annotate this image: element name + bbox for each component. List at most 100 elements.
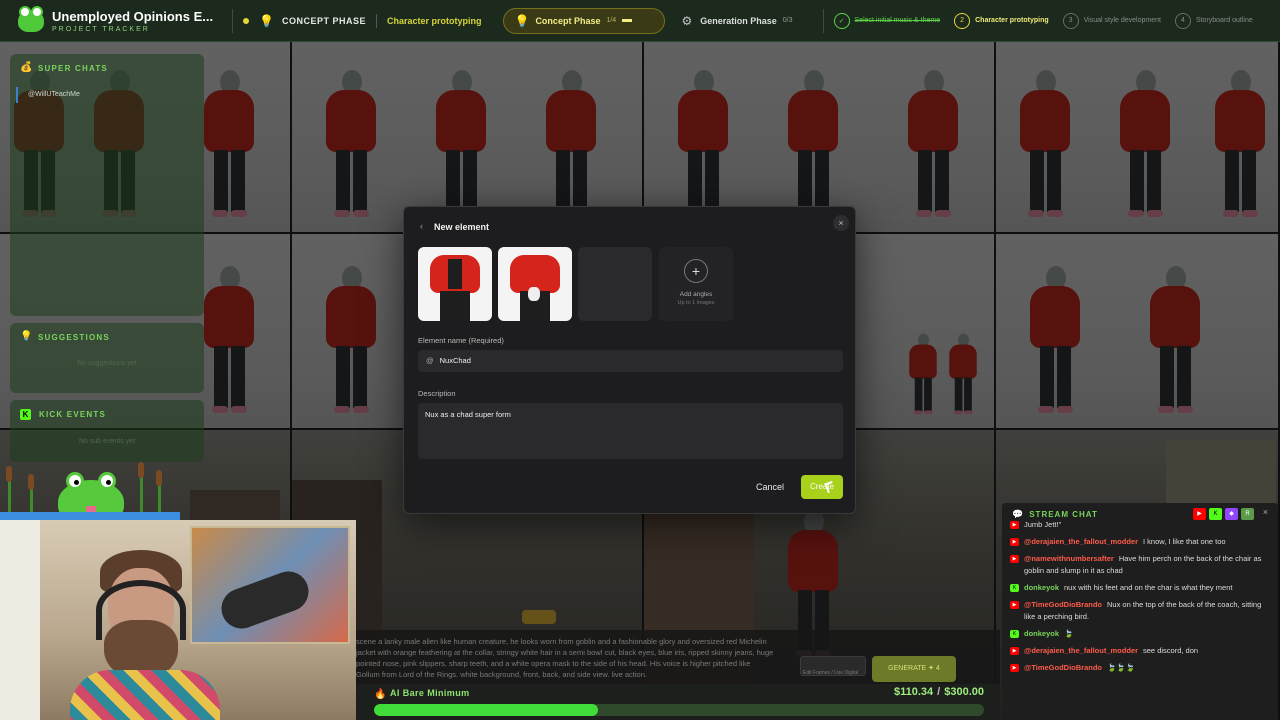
- dialog-title: New element: [434, 222, 490, 232]
- chat-message: ▶ @TimeGodDioBrando Nux on the top of the …: [1002, 599, 1278, 623]
- super-chats-panel: 💰 SUPER CHATS @WillUTeachMe: [10, 54, 204, 316]
- goal-current: $110.34: [894, 686, 934, 698]
- generation-phase[interactable]: ⚙ Generation Phase 0/3: [681, 14, 792, 28]
- description-textarea[interactable]: Nux as a chad super form: [418, 403, 843, 459]
- donation-goal: 🔥 AI Bare Minimum $110.34/$300.00: [356, 684, 1000, 720]
- chat-message: Kdonkeyok nux with his feet and on the ch…: [1002, 582, 1278, 594]
- chat-text: nux with his feet and on the char is wha…: [1064, 583, 1233, 592]
- back-chevron-icon[interactable]: ‹: [420, 221, 423, 231]
- gear-icon: ⚙: [681, 13, 693, 28]
- pill-label: Concept Phase: [535, 15, 601, 26]
- create-button[interactable]: Create: [801, 475, 843, 499]
- chat-message: Kdonkeyok 🍃: [1002, 628, 1278, 640]
- brand: Unemployed Opinions E... PROJECT TRACKER: [52, 9, 222, 33]
- cancel-button[interactable]: Cancel: [756, 482, 784, 492]
- step-label: Storyboard outline: [1195, 17, 1253, 24]
- water-decoration: [0, 512, 180, 520]
- step-tracker: ✓ Select initial music & theme 2 Charact…: [822, 8, 1267, 33]
- chat-bubble-icon: 💬: [1012, 508, 1024, 519]
- money-bag-icon: 💰: [20, 62, 33, 73]
- chat-username[interactable]: @derajaien_the_fallout_modder: [1024, 537, 1138, 546]
- step-number: 4: [1174, 12, 1191, 29]
- phase-label: CONCEPT PHASE: [281, 15, 366, 26]
- chat-text: 🍃🍃🍃: [1107, 663, 1136, 672]
- step-number: 3: [1062, 12, 1079, 29]
- new-element-dialog: ‹ New element × + Add angles Up to 1 ima…: [403, 206, 856, 514]
- project-title: Unemployed Opinions E...: [52, 8, 214, 24]
- frog-logo-icon: [18, 5, 44, 32]
- concept-phase-pill[interactable]: 💡 Concept Phase 1/4: [503, 7, 666, 34]
- chat-message: ▶ @namewithnumbersafter Have him perch on …: [1002, 553, 1278, 577]
- chat-username[interactable]: @TimeGodDioBrando: [1024, 663, 1102, 672]
- chat-message: ▶ Jumb Jett!": [1002, 519, 1278, 531]
- chat-username[interactable]: @TimeGodDioBrando: [1024, 600, 1102, 609]
- gen-label: Generation Phase: [700, 15, 777, 26]
- youtube-icon: ▶: [1010, 538, 1019, 546]
- youtube-icon: ▶: [1010, 647, 1019, 655]
- plus-icon: +: [684, 259, 708, 283]
- panel-title: SUGGESTIONS: [38, 332, 110, 342]
- empty-image-slot[interactable]: [578, 247, 652, 321]
- chat-username[interactable]: donkeyok: [1024, 629, 1059, 638]
- panel-title: SUPER CHATS: [38, 63, 108, 73]
- reference-image[interactable]: [498, 247, 572, 321]
- description-label: Description: [418, 389, 456, 398]
- youtube-icon: ▶: [1010, 601, 1019, 609]
- add-angles-hint: Up to 1 images: [677, 300, 715, 306]
- flame-icon: 🔥: [374, 689, 387, 700]
- divider: [375, 13, 377, 28]
- lightbulb-icon: 💡: [20, 331, 33, 342]
- step-label: Visual style development: [1083, 17, 1161, 24]
- top-bar: Unemployed Opinions E... PROJECT TRACKER…: [0, 0, 1280, 42]
- step-number: 2: [954, 12, 971, 29]
- step-label: Character prototyping: [975, 17, 1049, 24]
- chat-text: Jumb Jett!": [1024, 520, 1062, 529]
- close-icon[interactable]: ×: [833, 215, 849, 231]
- empty-state: No sub events yet: [78, 438, 136, 445]
- chat-text: 🍃: [1064, 629, 1074, 638]
- project-subtitle: PROJECT TRACKER: [52, 25, 150, 33]
- chat-username[interactable]: donkeyok: [1024, 583, 1059, 592]
- step-3[interactable]: 3 Visual style development: [1062, 12, 1161, 29]
- youtube-icon: ▶: [1010, 664, 1019, 672]
- lightbulb-icon: 💡: [259, 13, 274, 28]
- kick-icon: K: [20, 409, 31, 420]
- stream-overlay: Unemployed Opinions E... PROJECT TRACKER…: [0, 0, 1280, 720]
- goal-progress-track: [374, 704, 984, 716]
- kick-events-panel: K KICK EVENTS No sub events yet: [10, 400, 204, 462]
- lightbulb-icon: 💡: [514, 13, 530, 28]
- empty-state: No suggestions yet: [77, 360, 137, 367]
- prompt-textarea[interactable]: scene a lanky male alien like human crea…: [356, 636, 776, 680]
- frames-selector[interactable]: Edit Frames / Use Digital: [800, 656, 866, 676]
- add-angles-label: Add angles: [679, 291, 713, 298]
- element-name-input[interactable]: @ NuxChad: [418, 350, 843, 372]
- at-icon: @: [426, 356, 434, 365]
- reference-image[interactable]: [418, 247, 492, 321]
- webcam-feed: [0, 520, 356, 720]
- generate-button[interactable]: GENERATE ✦ 4: [872, 656, 956, 682]
- chat-text: see discord, don: [1143, 646, 1199, 655]
- status-dot-icon: [243, 17, 249, 24]
- pill-count: 1/4: [606, 17, 617, 24]
- element-name-value: NuxChad: [439, 356, 471, 365]
- panel-title: KICK EVENTS: [39, 410, 106, 419]
- step-2[interactable]: 2 Character prototyping: [954, 12, 1049, 29]
- current-phase: 💡 CONCEPT PHASE Character prototyping: [232, 8, 482, 33]
- goal-progress-fill: [374, 704, 599, 716]
- phase-sub-label: Character prototyping: [386, 15, 482, 26]
- step-1[interactable]: ✓ Select initial music & theme: [833, 12, 940, 29]
- chat-message: ▶ @derajaien_the_fallout_modder see discor…: [1002, 645, 1278, 657]
- add-angles-tile[interactable]: + Add angles Up to 1 images: [659, 247, 733, 321]
- chat-message: ▶ @derajaien_the_fallout_modder I know, I …: [1002, 536, 1278, 548]
- close-icon[interactable]: ×: [1263, 507, 1268, 517]
- name-label: Element name (Required): [418, 336, 504, 345]
- goal-name: AI Bare Minimum: [390, 688, 470, 698]
- step-4[interactable]: 4 Storyboard outline: [1174, 12, 1253, 29]
- chat-message: ▶ @TimeGodDioBrando 🍃🍃🍃: [1002, 662, 1278, 674]
- kick-icon: K: [1010, 630, 1019, 638]
- chat-text: I know, I like that one too: [1143, 537, 1226, 546]
- chat-username[interactable]: @derajaien_the_fallout_modder: [1024, 646, 1138, 655]
- youtube-icon: ▶: [1010, 555, 1019, 563]
- chat-username[interactable]: @namewithnumbersafter: [1024, 554, 1114, 563]
- goal-amount: $110.34/$300.00: [894, 686, 984, 698]
